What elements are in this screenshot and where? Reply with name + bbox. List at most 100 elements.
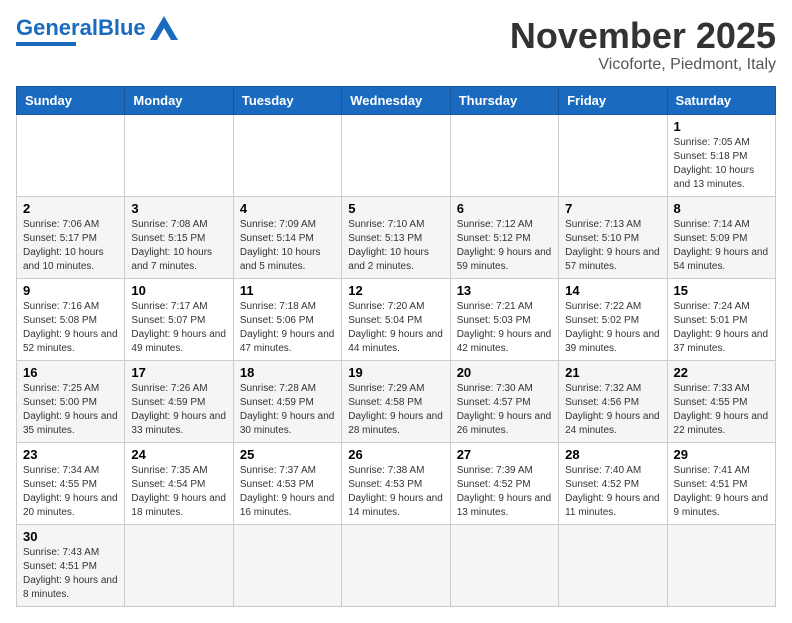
calendar-cell: 30 Sunrise: 7:43 AM Sunset: 4:51 PM Dayli… — [17, 524, 125, 606]
day-number: 21 — [565, 365, 660, 380]
day-info: Sunrise: 7:43 AM Sunset: 4:51 PM Dayligh… — [23, 546, 118, 602]
day-number: 18 — [240, 365, 335, 380]
calendar-cell: 25Sunrise: 7:37 AM Sunset: 4:53 PM Dayli… — [233, 442, 341, 524]
calendar-cell: 19 Sunrise: 7:29 AM Sunset: 4:58 PM Dayli… — [342, 360, 450, 442]
header: GeneralBlue November 2025 Vicoforte, Pie… — [16, 16, 776, 74]
day-info: Sunrise: 7:25 AM Sunset: 5:00 PM Dayligh… — [23, 382, 118, 438]
day-info: Sunrise: 7:39 AM Sunset: 4:52 PM Dayligh… — [457, 464, 552, 520]
day-number: 27 — [457, 447, 552, 462]
day-number: 30 — [23, 529, 118, 544]
calendar-cell: 24Sunrise: 7:35 AM Sunset: 4:54 PM Dayli… — [125, 442, 233, 524]
calendar-cell — [559, 524, 667, 606]
weekday-header-tuesday: Tuesday — [233, 86, 341, 114]
day-number: 23 — [23, 447, 118, 462]
calendar-cell — [125, 524, 233, 606]
calendar-cell: 14 Sunrise: 7:22 AM Sunset: 5:02 PM Dayli… — [559, 278, 667, 360]
calendar-cell: 15Sunrise: 7:24 AM Sunset: 5:01 PM Dayli… — [667, 278, 775, 360]
day-info: Sunrise: 7:14 AM Sunset: 5:09 PM Dayligh… — [674, 218, 769, 274]
day-info: Sunrise: 7:29 AM Sunset: 4:58 PM Dayligh… — [348, 382, 443, 438]
calendar-cell: 4Sunrise: 7:09 AM Sunset: 5:14 PM Daylig… — [233, 196, 341, 278]
calendar-cell: 17 Sunrise: 7:26 AM Sunset: 4:59 PM Dayli… — [125, 360, 233, 442]
week-row-1: 1 Sunrise: 7:05 AM Sunset: 5:18 PM Daylig… — [17, 114, 776, 196]
calendar-cell: 13 Sunrise: 7:21 AM Sunset: 5:03 PM Dayli… — [450, 278, 558, 360]
day-info: Sunrise: 7:20 AM Sunset: 5:04 PM Dayligh… — [348, 300, 443, 356]
calendar-cell: 2 Sunrise: 7:06 AM Sunset: 5:17 PM Daylig… — [17, 196, 125, 278]
day-number: 5 — [348, 201, 443, 216]
day-number: 26 — [348, 447, 443, 462]
calendar-cell — [450, 114, 558, 196]
day-number: 3 — [131, 201, 226, 216]
day-number: 16 — [23, 365, 118, 380]
day-info: Sunrise: 7:16 AM Sunset: 5:08 PM Dayligh… — [23, 300, 118, 356]
logo-bar — [16, 42, 76, 46]
calendar-cell — [342, 114, 450, 196]
day-number: 8 — [674, 201, 769, 216]
day-info: Sunrise: 7:34 AM Sunset: 4:55 PM Dayligh… — [23, 464, 118, 520]
weekday-header-friday: Friday — [559, 86, 667, 114]
day-info: Sunrise: 7:35 AM Sunset: 4:54 PM Dayligh… — [131, 464, 226, 520]
day-info: Sunrise: 7:21 AM Sunset: 5:03 PM Dayligh… — [457, 300, 552, 356]
day-number: 9 — [23, 283, 118, 298]
day-number: 10 — [131, 283, 226, 298]
day-info: Sunrise: 7:38 AM Sunset: 4:53 PM Dayligh… — [348, 464, 443, 520]
weekday-header-sunday: Sunday — [17, 86, 125, 114]
day-number: 19 — [348, 365, 443, 380]
calendar-cell: 7 Sunrise: 7:13 AM Sunset: 5:10 PM Daylig… — [559, 196, 667, 278]
day-info: Sunrise: 7:26 AM Sunset: 4:59 PM Dayligh… — [131, 382, 226, 438]
day-number: 29 — [674, 447, 769, 462]
day-number: 15 — [674, 283, 769, 298]
calendar-cell: 1 Sunrise: 7:05 AM Sunset: 5:18 PM Daylig… — [667, 114, 775, 196]
day-info: Sunrise: 7:32 AM Sunset: 4:56 PM Dayligh… — [565, 382, 660, 438]
day-info: Sunrise: 7:12 AM Sunset: 5:12 PM Dayligh… — [457, 218, 552, 274]
day-number: 28 — [565, 447, 660, 462]
day-info: Sunrise: 7:30 AM Sunset: 4:57 PM Dayligh… — [457, 382, 552, 438]
day-number: 17 — [131, 365, 226, 380]
title-area: November 2025 Vicoforte, Piedmont, Italy — [510, 16, 776, 74]
calendar-cell — [667, 524, 775, 606]
day-number: 12 — [348, 283, 443, 298]
logo: GeneralBlue — [16, 16, 178, 46]
week-row-5: 23 Sunrise: 7:34 AM Sunset: 4:55 PM Dayli… — [17, 442, 776, 524]
day-number: 4 — [240, 201, 335, 216]
calendar-cell — [559, 114, 667, 196]
calendar-cell: 11 Sunrise: 7:18 AM Sunset: 5:06 PM Dayli… — [233, 278, 341, 360]
day-info: Sunrise: 7:17 AM Sunset: 5:07 PM Dayligh… — [131, 300, 226, 356]
calendar-cell: 9 Sunrise: 7:16 AM Sunset: 5:08 PM Daylig… — [17, 278, 125, 360]
day-info: Sunrise: 7:18 AM Sunset: 5:06 PM Dayligh… — [240, 300, 335, 356]
location-title: Vicoforte, Piedmont, Italy — [510, 56, 776, 74]
day-number: 1 — [674, 119, 769, 134]
day-info: Sunrise: 7:33 AM Sunset: 4:55 PM Dayligh… — [674, 382, 769, 438]
logo-icon — [150, 16, 178, 40]
day-info: Sunrise: 7:22 AM Sunset: 5:02 PM Dayligh… — [565, 300, 660, 356]
day-number: 11 — [240, 283, 335, 298]
month-title: November 2025 — [510, 16, 776, 56]
calendar-cell — [125, 114, 233, 196]
week-row-6: 30 Sunrise: 7:43 AM Sunset: 4:51 PM Dayli… — [17, 524, 776, 606]
calendar-cell — [450, 524, 558, 606]
calendar-cell: 10 Sunrise: 7:17 AM Sunset: 5:07 PM Dayli… — [125, 278, 233, 360]
calendar-cell: 21 Sunrise: 7:32 AM Sunset: 4:56 PM Dayli… — [559, 360, 667, 442]
calendar-cell: 28Sunrise: 7:40 AM Sunset: 4:52 PM Dayli… — [559, 442, 667, 524]
weekday-header-thursday: Thursday — [450, 86, 558, 114]
day-info: Sunrise: 7:05 AM Sunset: 5:18 PM Dayligh… — [674, 136, 769, 192]
calendar-cell: 12 Sunrise: 7:20 AM Sunset: 5:04 PM Dayli… — [342, 278, 450, 360]
logo-general: General — [16, 15, 98, 40]
day-number: 14 — [565, 283, 660, 298]
day-number: 22 — [674, 365, 769, 380]
week-row-2: 2 Sunrise: 7:06 AM Sunset: 5:17 PM Daylig… — [17, 196, 776, 278]
day-info: Sunrise: 7:06 AM Sunset: 5:17 PM Dayligh… — [23, 218, 118, 274]
day-info: Sunrise: 7:13 AM Sunset: 5:10 PM Dayligh… — [565, 218, 660, 274]
calendar-cell: 26 Sunrise: 7:38 AM Sunset: 4:53 PM Dayli… — [342, 442, 450, 524]
calendar-cell — [233, 114, 341, 196]
day-number: 7 — [565, 201, 660, 216]
day-info: Sunrise: 7:10 AM Sunset: 5:13 PM Dayligh… — [348, 218, 443, 274]
day-number: 13 — [457, 283, 552, 298]
day-number: 6 — [457, 201, 552, 216]
calendar-cell: 18Sunrise: 7:28 AM Sunset: 4:59 PM Dayli… — [233, 360, 341, 442]
calendar-cell — [233, 524, 341, 606]
day-number: 2 — [23, 201, 118, 216]
weekday-header-monday: Monday — [125, 86, 233, 114]
day-info: Sunrise: 7:08 AM Sunset: 5:15 PM Dayligh… — [131, 218, 226, 274]
calendar-cell: 6 Sunrise: 7:12 AM Sunset: 5:12 PM Daylig… — [450, 196, 558, 278]
day-number: 20 — [457, 365, 552, 380]
